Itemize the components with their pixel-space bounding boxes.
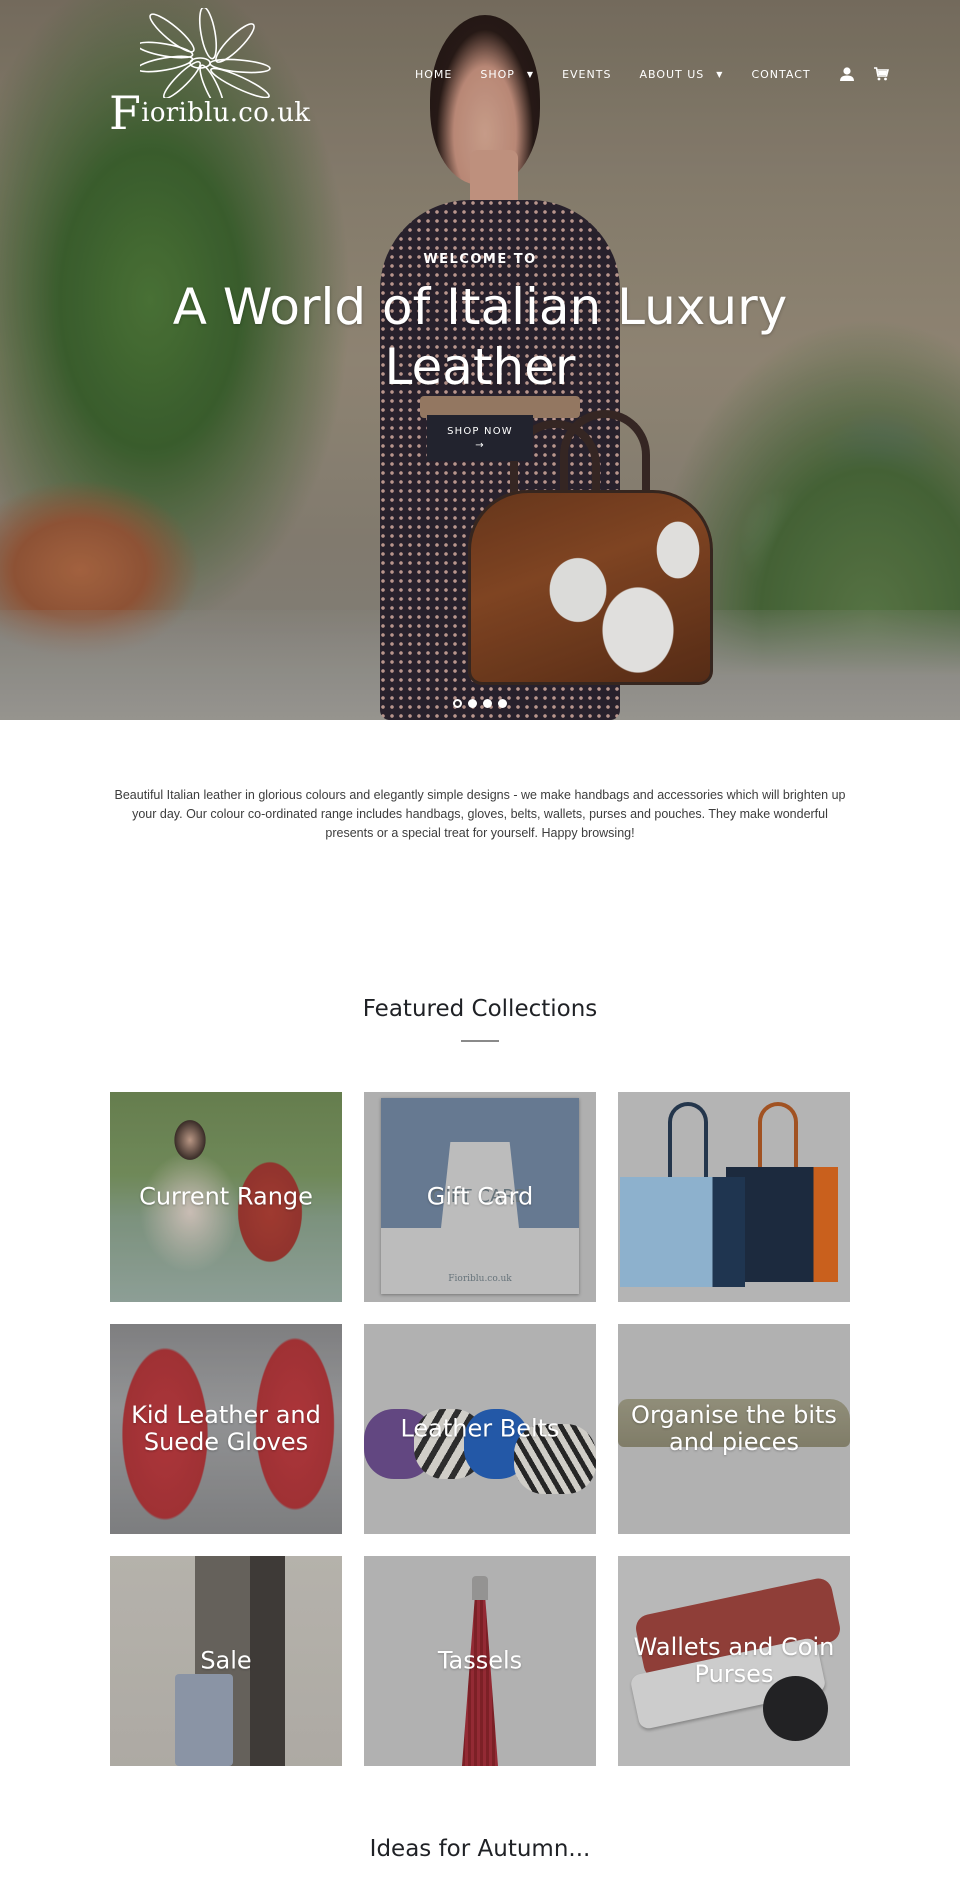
nav-item-about-us[interactable]: ABOUT US ▼ [639,68,723,81]
logo-wordmark: Fioriblu.co.uk [109,78,311,140]
collection-card-gift-card[interactable]: GIFT CARD Fioriblu.co.uk Gift Card [364,1092,596,1302]
nav-label: SHOP [480,67,515,81]
collection-card-leather-belts[interactable]: Leather Belts [364,1324,596,1534]
logo-initial: F [109,86,142,140]
nav-item-home[interactable]: HOME [415,68,452,81]
collection-card-gloves[interactable]: Kid Leather and Suede Gloves [110,1324,342,1534]
collection-card-sale[interactable]: Sale [110,1556,342,1766]
main-nav: HOME SHOP ▼ EVENTS ABOUT US ▼ CONTACT [415,66,907,82]
light-blue-bag [620,1177,745,1287]
collection-card-tassels[interactable]: Tassels [364,1556,596,1766]
slide-dot-1[interactable] [453,699,462,708]
nav-label: ABOUT US [639,67,705,81]
hero-content: WELCOME TO A World of Italian Luxury Lea… [0,252,960,461]
collections-grid: Current Range GIFT CARD Fioriblu.co.uk G… [110,1092,850,1766]
collection-card-organise[interactable]: Organise the bits and pieces [618,1324,850,1534]
collection-title: Gift Card [426,1182,534,1211]
ideas-for-autumn-title: Ideas for Autumn... [369,1836,591,1862]
nav-item-events[interactable]: EVENTS [562,68,611,81]
featured-collections-title: Featured Collections [362,996,598,1022]
collection-title: Sale [200,1646,252,1675]
nav-item-shop[interactable]: SHOP ▼ [480,68,534,81]
collection-title: Wallets and Coin Purses [633,1633,835,1688]
collection-title: Tassels [437,1646,523,1675]
shop-now-button[interactable]: SHOP NOW → [427,415,533,461]
shop-now-label: SHOP NOW [447,426,513,437]
logo-rest: ioriblu.co.uk [141,98,311,128]
hero-title: A World of Italian Luxury Leather [172,278,788,396]
collection-title: Leather Belts [400,1414,560,1443]
collection-title: Organise the bits and pieces [631,1401,837,1456]
slide-dot-4[interactable] [498,699,507,708]
slide-dot-3[interactable] [483,699,492,708]
arrow-right-icon: → [475,440,485,451]
slideshow-dots [453,699,513,708]
collection-card-handbags[interactable]: Handbags [618,1092,850,1302]
nav-item-contact[interactable]: CONTACT [751,68,810,81]
hero-slideshow: Fioriblu.co.uk HOME SHOP ▼ EVENTS ABOUT U… [0,0,960,720]
cart-icon[interactable] [873,66,889,82]
collection-title: Current Range [139,1182,313,1211]
site-logo[interactable]: Fioriblu.co.uk [105,8,315,140]
caret-down-icon: ▼ [716,69,724,79]
collection-card-current-range[interactable]: Current Range [110,1092,342,1302]
slide-dot-2[interactable] [468,699,477,708]
nav-label: HOME [415,67,453,81]
nav-label: EVENTS [562,67,612,81]
caret-down-icon: ▼ [526,69,535,79]
collection-title: Kid Leather and Suede Gloves [131,1401,321,1456]
intro-text: Beautiful Italian leather in glorious co… [114,788,846,840]
collection-card-wallets[interactable]: Wallets and Coin Purses [618,1556,850,1766]
user-icon[interactable] [839,66,855,82]
nav-label: CONTACT [751,67,811,81]
hero-kicker: WELCOME TO [423,252,537,267]
title-divider [461,1040,499,1042]
